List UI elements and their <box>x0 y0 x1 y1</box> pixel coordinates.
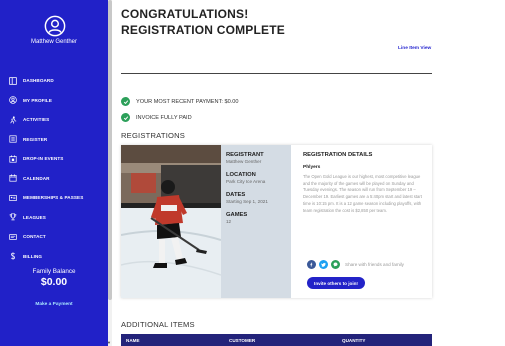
invoice-status-text: INVOICE FULLY PAID <box>136 114 192 121</box>
sidebar-item-label: MEMBERSHIPS & PASSES <box>23 195 84 201</box>
facebook-share-icon[interactable] <box>307 260 316 269</box>
messenger-share-icon[interactable] <box>331 260 340 269</box>
twitter-share-icon[interactable] <box>319 260 328 269</box>
sidebar-item-dashboard[interactable]: DASHBOARD <box>0 71 108 91</box>
registration-description: The Open Gold League is our highest, mos… <box>303 174 422 213</box>
recent-payment-status: YOUR MOST RECENT PAYMENT: $0.00 <box>121 97 238 106</box>
registration-details-title: REGISTRATION DETAILS <box>303 152 373 158</box>
register-icon <box>9 135 17 143</box>
column-header-name[interactable]: NAME <box>126 338 140 343</box>
sidebar-item-label: REGISTER <box>23 136 48 142</box>
sidebar-item-label: DASHBOARD <box>23 78 54 84</box>
scroll-down-arrow-icon[interactable]: ▼ <box>107 340 111 345</box>
sidebar-item-my-profile[interactable]: MY PROFILE <box>0 91 108 111</box>
sidebar-item-leagues[interactable]: LEAGUES <box>0 208 108 228</box>
sidebar-item-memberships-passes[interactable]: MEMBERSHIPS & PASSES <box>0 188 108 208</box>
hockey-player-photo <box>121 145 221 298</box>
invite-others-button[interactable]: Invite others to join! <box>307 277 365 289</box>
share-text: Share with friends and family <box>345 262 404 267</box>
registrant-label: REGISTRANT <box>226 152 264 158</box>
page-title-line1: CONGRATULATIONS! <box>121 7 249 21</box>
sidebar-item-calendar[interactable]: CALENDAR <box>0 169 108 189</box>
sidebar: Matthew Genther DASHBOARD MY PROFILE ACT… <box>0 0 108 346</box>
sidebar-item-label: CONTACT <box>23 234 46 240</box>
dashboard-icon <box>9 76 17 85</box>
check-circle-icon <box>121 97 130 106</box>
sidebar-item-drop-in-events[interactable]: DROP-IN EVENTS <box>0 149 108 169</box>
trophy-icon <box>9 213 17 221</box>
sidebar-item-label: CALENDAR <box>23 175 50 181</box>
sidebar-item-billing[interactable]: BILLING <box>0 247 108 267</box>
sidebar-scrollbar[interactable] <box>108 0 112 346</box>
sidebar-item-label: DROP-IN EVENTS <box>23 156 64 162</box>
sidebar-item-label: MY PROFILE <box>23 97 52 103</box>
location-value: Park City Ice Arena <box>226 179 266 184</box>
user-avatar-icon[interactable] <box>44 15 66 37</box>
invoice-status: INVOICE FULLY PAID <box>121 113 192 122</box>
make-payment-link[interactable]: Make a Payment <box>0 302 108 307</box>
additional-items-table-header: NAME CUSTOMER QUANTITY <box>121 334 432 346</box>
user-name: Matthew Genther <box>30 39 78 45</box>
profile-icon <box>9 96 17 105</box>
activities-icon <box>9 116 17 124</box>
sidebar-item-register[interactable]: REGISTER <box>0 130 108 150</box>
family-balance-label: Family Balance <box>32 268 76 275</box>
dates-value: Starting Sep 1, 2021 <box>226 199 268 204</box>
sidebar-item-contact[interactable]: CONTACT <box>0 227 108 247</box>
contact-icon <box>9 233 17 241</box>
recent-payment-text: YOUR MOST RECENT PAYMENT: $0.00 <box>136 98 239 105</box>
sidebar-item-label: BILLING <box>23 253 43 259</box>
team-name: Phlyers <box>303 165 321 170</box>
sidebar-item-activities[interactable]: ACTIVITIES <box>0 110 108 130</box>
sidebar-item-label: LEAGUES <box>23 214 46 220</box>
registrant-value: Matthew Genther <box>226 159 262 164</box>
check-circle-icon <box>121 113 130 122</box>
drop-in-icon <box>9 155 17 163</box>
location-label: LOCATION <box>226 172 256 178</box>
registration-card: REGISTRANT Matthew Genther LOCATION Park… <box>121 145 432 298</box>
page-title-line2: REGISTRATION COMPLETE <box>121 23 285 37</box>
column-header-quantity[interactable]: QUANTITY <box>342 338 365 343</box>
calendar-icon <box>9 174 17 182</box>
games-label: GAMES <box>226 212 248 218</box>
additional-items-title: ADDITIONAL ITEMS <box>121 320 195 329</box>
sidebar-item-label: ACTIVITIES <box>23 117 50 123</box>
sidebar-scrollbar-thumb[interactable] <box>108 0 112 300</box>
registration-details: REGISTRATION DETAILS Phlyers The Open Go… <box>303 152 427 214</box>
header-divider <box>121 73 432 74</box>
sidebar-nav: DASHBOARD MY PROFILE ACTIVITIES REGISTER… <box>0 71 108 266</box>
registrations-title: REGISTRATIONS <box>121 131 186 140</box>
share-row: Share with friends and family <box>307 260 404 269</box>
line-item-view-link[interactable]: Line Item View <box>398 46 431 51</box>
column-header-customer[interactable]: CUSTOMER <box>229 338 255 343</box>
membership-icon <box>9 194 17 202</box>
dates-label: DATES <box>226 192 246 198</box>
family-balance-value: $0.00 <box>40 276 68 288</box>
games-value: 12 <box>226 219 232 224</box>
dollar-icon <box>9 252 17 261</box>
registration-info-panel: REGISTRANT Matthew Genther LOCATION Park… <box>221 145 291 298</box>
